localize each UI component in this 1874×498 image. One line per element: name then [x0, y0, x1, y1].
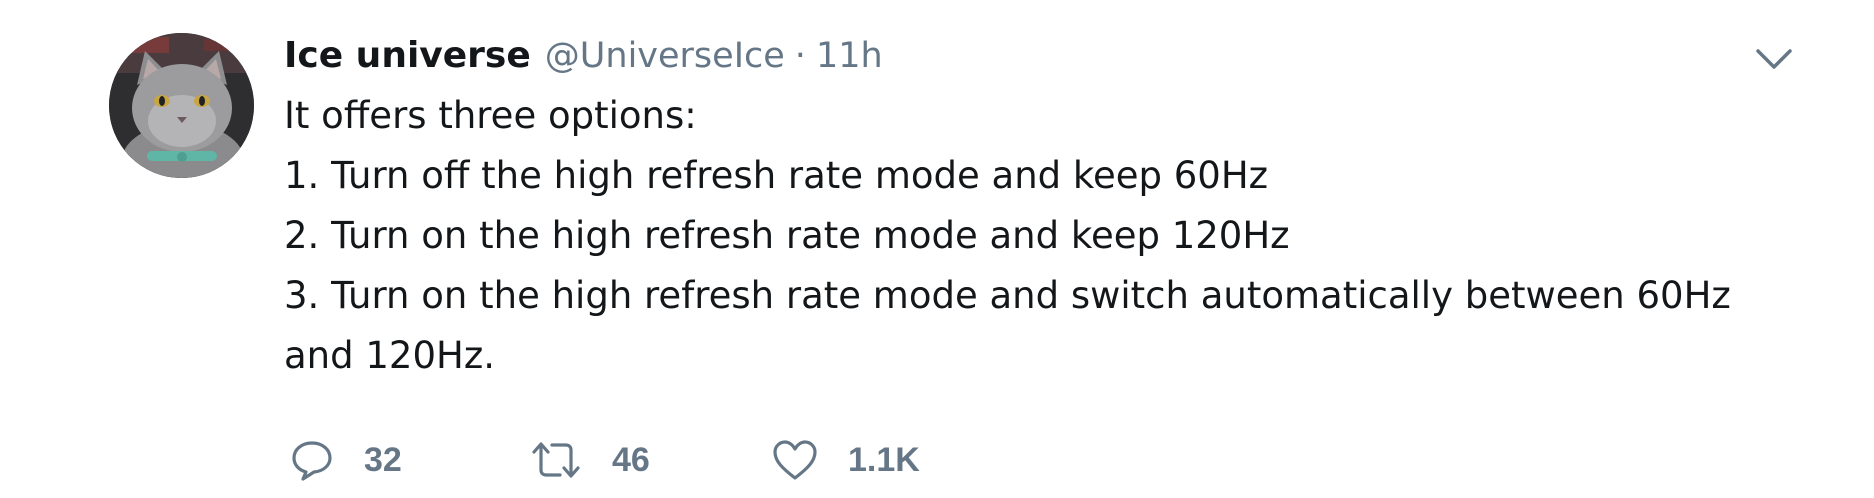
- tweet-text: It offers three options: 1. Turn off the…: [284, 86, 1764, 386]
- heart-icon: [772, 438, 818, 482]
- tweet-text-line: and 120Hz.: [284, 334, 495, 377]
- author-handle[interactable]: @UniverseIce: [545, 26, 785, 86]
- like-count: 1.1K: [848, 440, 920, 479]
- tweet-text-line: 2. Turn on the high refresh rate mode an…: [284, 214, 1290, 257]
- retweet-count: 46: [612, 440, 650, 479]
- tweet: Ice universe @UniverseIce · 11h It offer…: [0, 0, 1874, 498]
- reply-icon: [290, 438, 334, 482]
- tweet-text-line: It offers three options:: [284, 94, 697, 137]
- reply-button[interactable]: 32: [290, 438, 530, 482]
- separator-dot: ·: [794, 36, 806, 76]
- tweet-content: Ice universe @UniverseIce · 11h It offer…: [284, 26, 1764, 386]
- tweet-actions: 32 46 1.1K: [290, 430, 1012, 490]
- retweet-button[interactable]: 46: [530, 438, 772, 482]
- more-menu-button[interactable]: [1754, 44, 1794, 74]
- tweet-header: Ice universe @UniverseIce · 11h: [284, 26, 1764, 86]
- tweet-timestamp[interactable]: 11h: [816, 26, 883, 86]
- chevron-down-icon: [1756, 49, 1792, 69]
- tweet-text-line: 1. Turn off the high refresh rate mode a…: [284, 154, 1269, 197]
- like-button[interactable]: 1.1K: [772, 438, 1012, 482]
- reply-count: 32: [364, 440, 402, 479]
- author-name[interactable]: Ice universe: [284, 26, 531, 86]
- tweet-text-line: 3. Turn on the high refresh rate mode an…: [284, 274, 1731, 317]
- retweet-icon: [530, 438, 582, 482]
- avatar[interactable]: [109, 33, 254, 178]
- cat-avatar-image: [109, 33, 254, 178]
